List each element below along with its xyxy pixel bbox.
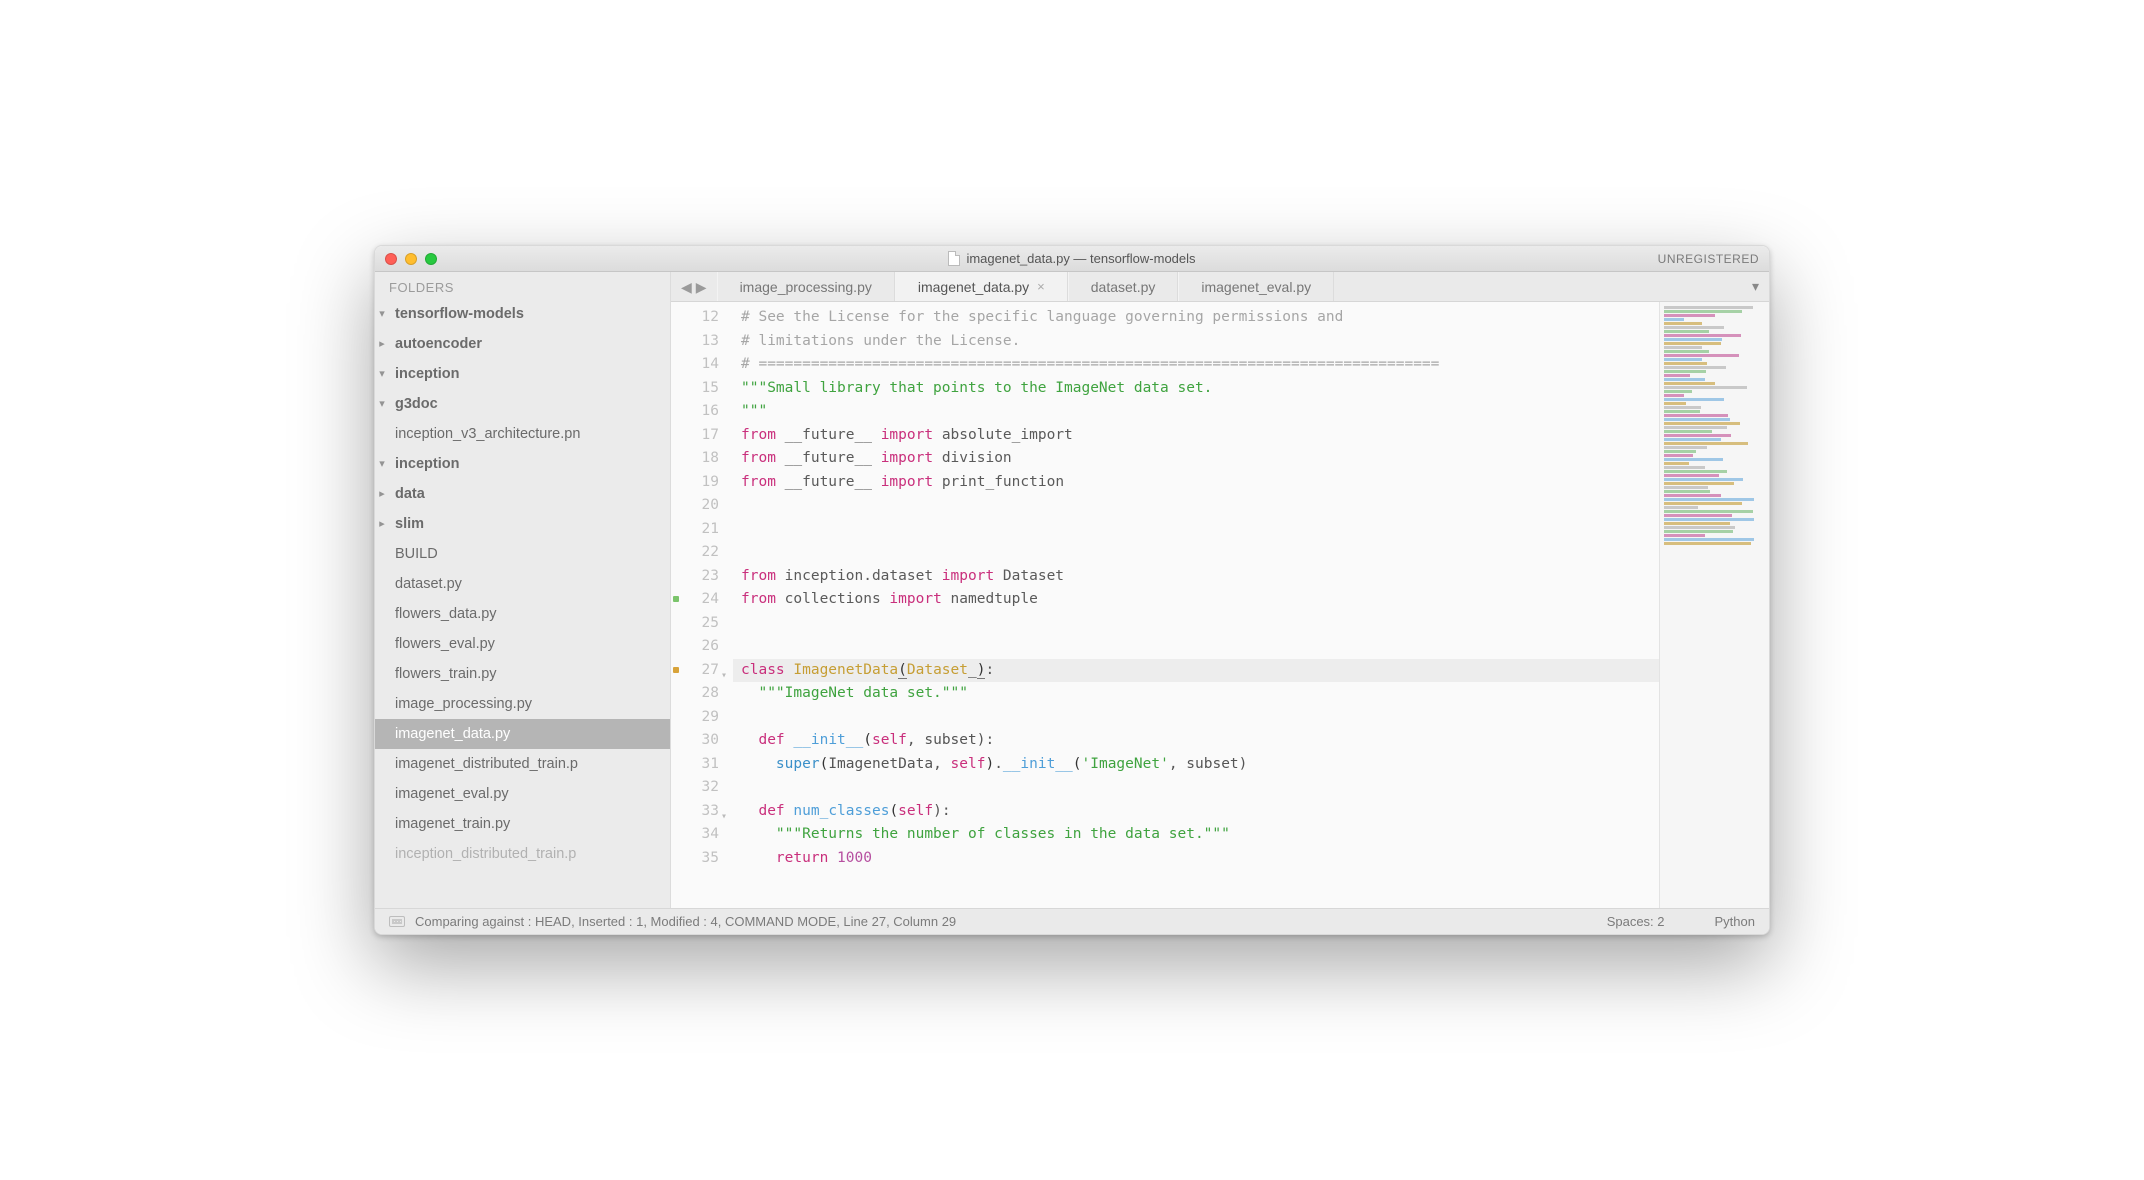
tree-label: BUILD xyxy=(395,541,438,567)
tree-label: inception_distributed_train.p xyxy=(395,841,576,867)
nav-forward-icon[interactable]: ▶ xyxy=(696,280,707,294)
tree-label: data xyxy=(395,481,425,507)
tree-file-architecture[interactable]: inception_v3_architecture.pn xyxy=(375,419,670,449)
sidebar-header: FOLDERS xyxy=(375,272,670,299)
chevron-down-icon: ▾ xyxy=(1752,278,1759,295)
tree-file-imagenet-train[interactable]: imagenet_train.py xyxy=(375,809,670,839)
tree-folder-g3doc[interactable]: ▾g3doc xyxy=(375,389,670,419)
folder-tree: ▾tensorflow-models ▸autoencoder ▾incepti… xyxy=(375,299,670,869)
tree-label: inception xyxy=(395,361,459,387)
keyboard-icon[interactable] xyxy=(389,916,405,927)
chevron-down-icon: ▾ xyxy=(375,391,389,417)
chevron-right-icon: ▸ xyxy=(375,331,389,357)
content: FOLDERS ▾tensorflow-models ▸autoencoder … xyxy=(375,272,1769,908)
tree-label: autoencoder xyxy=(395,331,482,357)
tree-label: image_processing.py xyxy=(395,691,532,717)
tree-label: flowers_train.py xyxy=(395,661,497,687)
tree-file-dataset[interactable]: dataset.py xyxy=(375,569,670,599)
tree-folder-data[interactable]: ▸data xyxy=(375,479,670,509)
status-bar: Comparing against : HEAD, Inserted : 1, … xyxy=(375,908,1769,934)
tree-folder-root[interactable]: ▾tensorflow-models xyxy=(375,299,670,329)
chevron-down-icon: ▾ xyxy=(375,361,389,387)
tree-folder-inception[interactable]: ▾inception xyxy=(375,359,670,389)
tree-file-image-processing[interactable]: image_processing.py xyxy=(375,689,670,719)
tab-imagenet-eval[interactable]: imagenet_eval.py xyxy=(1178,272,1334,301)
titlebar: imagenet_data.py — tensorflow-models UNR… xyxy=(375,246,1769,272)
minimap[interactable] xyxy=(1659,302,1769,908)
chevron-down-icon: ▾ xyxy=(375,451,389,477)
tree-label: flowers_eval.py xyxy=(395,631,495,657)
tree-folder-autoencoder[interactable]: ▸autoencoder xyxy=(375,329,670,359)
editor-area: 12131415161718192021222324252627▾2829303… xyxy=(671,302,1769,908)
tab-label: imagenet_eval.py xyxy=(1201,279,1311,295)
tab-label: dataset.py xyxy=(1091,279,1156,295)
nav-back-icon[interactable]: ◀ xyxy=(681,280,692,294)
tab-dataset[interactable]: dataset.py xyxy=(1068,272,1179,301)
tree-file-imagenet-data[interactable]: imagenet_data.py xyxy=(375,719,670,749)
editor[interactable]: 12131415161718192021222324252627▾2829303… xyxy=(671,302,1659,908)
tab-bar: ◀ ▶ image_processing.py imagenet_data.py… xyxy=(671,272,1769,302)
main: ◀ ▶ image_processing.py imagenet_data.py… xyxy=(671,272,1769,908)
status-spaces[interactable]: Spaces: 2 xyxy=(1607,914,1665,929)
tree-folder-slim[interactable]: ▸slim xyxy=(375,509,670,539)
tab-history-nav: ◀ ▶ xyxy=(671,272,717,301)
tree-label: slim xyxy=(395,511,424,537)
gutter[interactable]: 12131415161718192021222324252627▾2829303… xyxy=(671,302,729,908)
tree-label: inception_v3_architecture.pn xyxy=(395,421,580,447)
tree-file-flowers-train[interactable]: flowers_train.py xyxy=(375,659,670,689)
tree-label: imagenet_distributed_train.p xyxy=(395,751,578,777)
tab-imagenet-data[interactable]: imagenet_data.py × xyxy=(895,272,1068,301)
sidebar: FOLDERS ▾tensorflow-models ▸autoencoder … xyxy=(375,272,671,908)
tree-label: imagenet_data.py xyxy=(395,721,510,747)
tree-label: flowers_data.py xyxy=(395,601,497,627)
chevron-right-icon: ▸ xyxy=(375,511,389,537)
tree-label: tensorflow-models xyxy=(395,301,524,327)
tree-file-inception-dist[interactable]: inception_distributed_train.p xyxy=(375,839,670,869)
window-title-text: imagenet_data.py — tensorflow-models xyxy=(966,251,1195,266)
unregistered-label: UNREGISTERED xyxy=(1658,252,1759,266)
close-tab-icon[interactable]: × xyxy=(1037,279,1045,294)
tab-label: imagenet_data.py xyxy=(918,279,1029,295)
tree-label: g3doc xyxy=(395,391,438,417)
tab-label: image_processing.py xyxy=(740,279,872,295)
tree-label: dataset.py xyxy=(395,571,462,597)
chevron-right-icon: ▸ xyxy=(375,481,389,507)
tab-overflow-button[interactable]: ▾ xyxy=(1742,272,1769,301)
tree-file-build[interactable]: BUILD xyxy=(375,539,670,569)
tree-file-flowers-data[interactable]: flowers_data.py xyxy=(375,599,670,629)
tree-label: inception xyxy=(395,451,459,477)
tree-label: imagenet_eval.py xyxy=(395,781,509,807)
status-language[interactable]: Python xyxy=(1715,914,1755,929)
window-title: imagenet_data.py — tensorflow-models xyxy=(375,251,1769,266)
tree-label: imagenet_train.py xyxy=(395,811,510,837)
tree-file-imagenet-eval[interactable]: imagenet_eval.py xyxy=(375,779,670,809)
tree-file-imagenet-dist[interactable]: imagenet_distributed_train.p xyxy=(375,749,670,779)
status-left: Comparing against : HEAD, Inserted : 1, … xyxy=(415,914,956,929)
window: imagenet_data.py — tensorflow-models UNR… xyxy=(374,245,1770,935)
tree-folder-inception2[interactable]: ▾inception xyxy=(375,449,670,479)
code[interactable]: # See the License for the specific langu… xyxy=(729,302,1659,908)
tab-image-processing[interactable]: image_processing.py xyxy=(717,272,895,301)
tree-file-flowers-eval[interactable]: flowers_eval.py xyxy=(375,629,670,659)
chevron-down-icon: ▾ xyxy=(375,301,389,327)
document-icon xyxy=(948,251,960,266)
